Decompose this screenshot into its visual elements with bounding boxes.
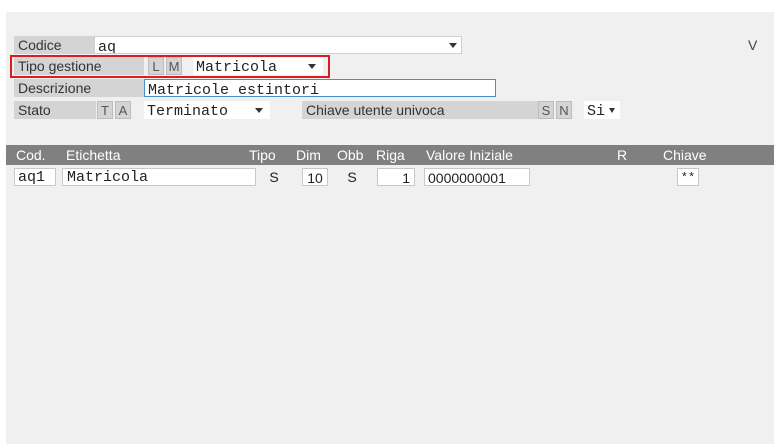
col-header-obb: Obb xyxy=(337,147,364,163)
tipo-dropdown-icon[interactable] xyxy=(308,64,316,69)
col-header-riga: Riga xyxy=(376,147,405,163)
col-header-chiave: Chiave xyxy=(663,147,707,163)
col-header-etichetta: Etichetta xyxy=(66,147,121,163)
stato-select[interactable]: Terminato xyxy=(144,101,270,119)
col-header-dim: Dim xyxy=(296,147,321,163)
codice-value: aq xyxy=(98,39,117,54)
tipo-gestione-label: Tipo gestione xyxy=(14,57,144,75)
codice-select[interactable]: aq xyxy=(94,36,462,54)
chiave-dropdown-icon[interactable] xyxy=(609,108,615,113)
version-mark: V xyxy=(748,37,758,53)
tipo-toggle-m[interactable]: M xyxy=(166,57,182,75)
chiave-toggle-s[interactable]: S xyxy=(538,101,554,119)
codice-label: Codice xyxy=(14,36,94,54)
stato-toggle-t[interactable]: T xyxy=(97,101,113,119)
col-header-r: R xyxy=(617,147,628,163)
table-header: Cod. Etichetta Tipo Dim Obb Riga Valore … xyxy=(6,145,774,165)
cell-cod[interactable]: aq1 xyxy=(14,168,56,186)
stato-toggle-a[interactable]: A xyxy=(115,101,131,119)
stato-label-spacer xyxy=(94,101,96,119)
stato-label: Stato xyxy=(14,101,94,119)
cell-valore-iniziale[interactable]: 0000000001 xyxy=(424,168,530,186)
chiave-value: Si xyxy=(587,103,606,119)
col-header-cod: Cod. xyxy=(16,147,46,163)
tipo-toggle-l[interactable]: L xyxy=(148,57,164,75)
codice-dropdown-icon[interactable] xyxy=(449,43,457,48)
col-header-valore-iniziale: Valore Iniziale xyxy=(426,147,513,163)
cell-etichetta[interactable]: Matricola xyxy=(62,168,256,186)
table-row[interactable]: aq1 Matricola S 10 S 1 0000000001 ** xyxy=(6,168,774,188)
stato-dropdown-icon[interactable] xyxy=(255,108,263,113)
descrizione-value: Matricole estintori xyxy=(148,82,320,97)
tipo-gestione-select[interactable]: Matricola xyxy=(193,57,323,75)
chiave-toggle-n[interactable]: N xyxy=(556,101,572,119)
cell-tipo[interactable]: S xyxy=(266,168,282,186)
cell-obb[interactable]: S xyxy=(344,168,360,186)
chiave-utente-label: Chiave utente univoca xyxy=(302,101,538,119)
tipo-gestione-value: Matricola xyxy=(196,59,278,75)
stato-value: Terminato xyxy=(147,103,229,119)
cell-r[interactable] xyxy=(616,168,632,186)
col-header-tipo: Tipo xyxy=(249,147,276,163)
descrizione-input[interactable]: Matricole estintori xyxy=(144,79,496,97)
descrizione-label: Descrizione xyxy=(14,79,144,97)
cell-dim[interactable]: 10 xyxy=(302,168,328,186)
cell-chiave[interactable]: ** xyxy=(677,168,699,186)
cell-riga[interactable]: 1 xyxy=(377,168,415,186)
